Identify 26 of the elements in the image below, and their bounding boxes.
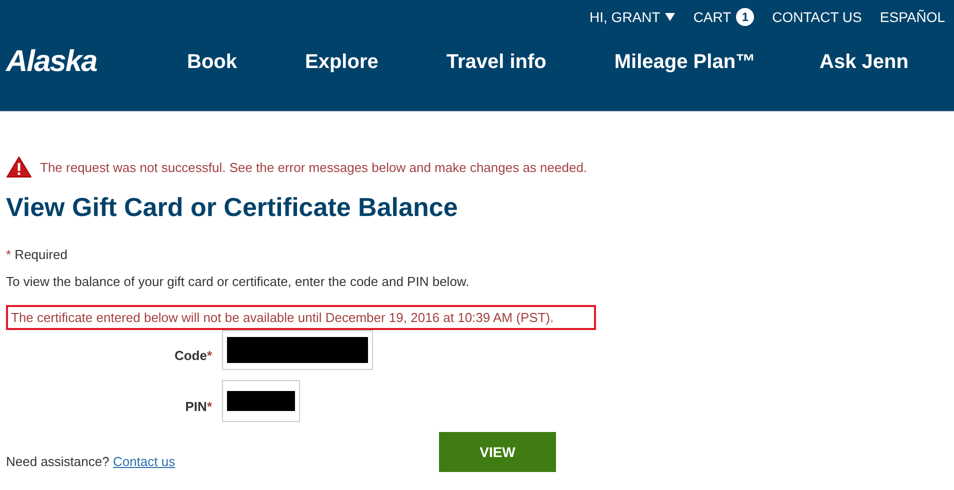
input-field[interactable] bbox=[222, 380, 300, 422]
view-button[interactable]: VIEW bbox=[439, 432, 556, 472]
nav-link[interactable]: Book bbox=[187, 50, 237, 74]
caret-icon bbox=[665, 13, 676, 21]
logo[interactable]: Alaska bbox=[6, 45, 187, 79]
cart-link[interactable]: CART 1 bbox=[693, 8, 754, 26]
nav-link[interactable]: Ask Jenn bbox=[820, 50, 908, 74]
error-message: The request was not successful. See the error messages below and make changes as needed. bbox=[40, 160, 588, 174]
field-label: Code* bbox=[173, 348, 212, 362]
nav-link[interactable]: Explore bbox=[305, 50, 378, 74]
page-title: View Gift Card or Certificate Balance bbox=[6, 192, 459, 223]
cart-count: 1 bbox=[736, 8, 754, 26]
nav-link[interactable]: Mileage Plan™ bbox=[614, 50, 756, 74]
warning-icon bbox=[6, 156, 32, 178]
redaction-bar bbox=[227, 391, 295, 411]
contact-link[interactable]: Contact us bbox=[112, 454, 176, 468]
header-link[interactable]: CONTACT US bbox=[772, 9, 862, 25]
required-note: * Required bbox=[6, 247, 68, 262]
help-text: Need assistance? Contact us bbox=[6, 454, 176, 468]
field-label: PIN* bbox=[184, 398, 212, 414]
availability-notice: The certificate entered below will not be available until December 19, 2016 at 10:39 AM (PST). bbox=[6, 305, 596, 330]
header-link[interactable]: ESPAÑOL bbox=[880, 9, 945, 25]
input-field[interactable] bbox=[222, 330, 373, 370]
nav-link[interactable]: Travel info bbox=[446, 50, 546, 74]
instructions: To view the balance of your gift card or certificate, enter the code and PIN below. bbox=[6, 274, 470, 289]
user-menu[interactable]: HI, GRANT bbox=[590, 9, 676, 25]
